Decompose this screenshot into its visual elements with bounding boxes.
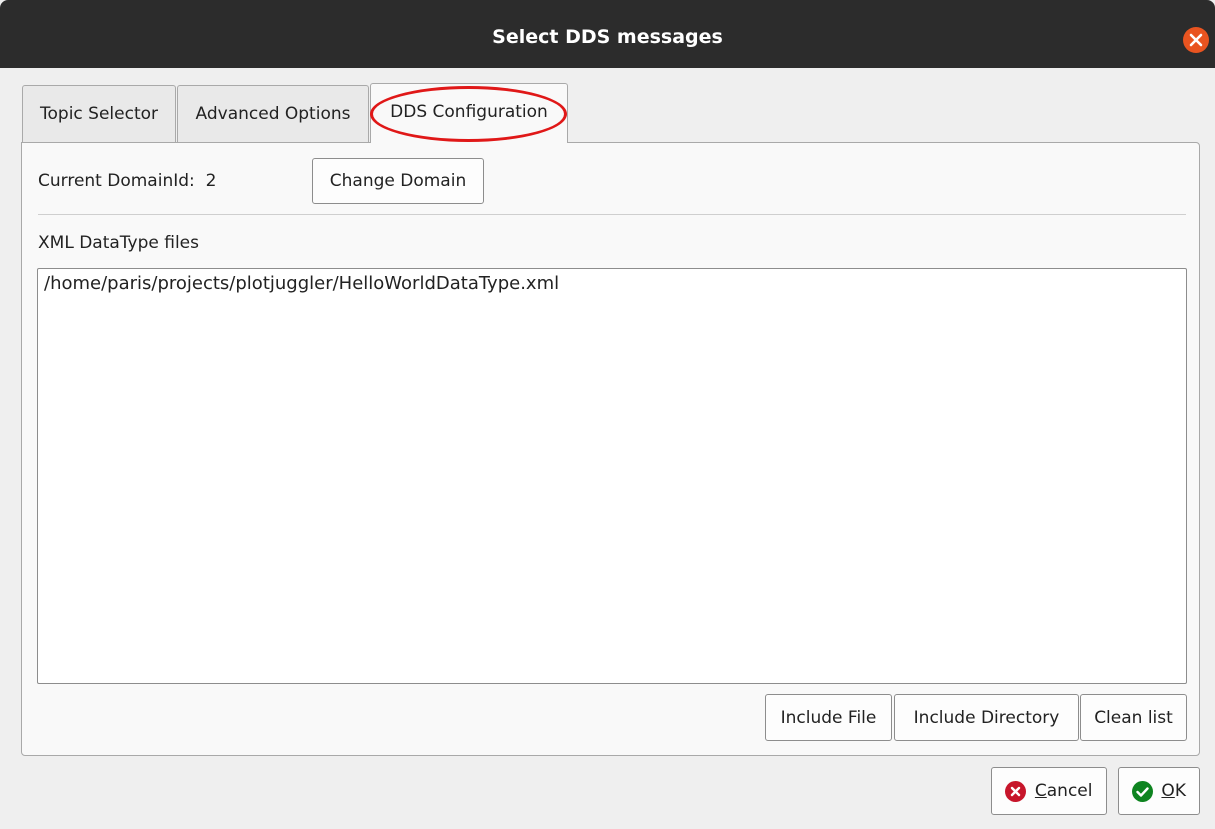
cancel-button[interactable]: Cancel: [991, 767, 1107, 815]
include-file-button[interactable]: Include File: [765, 694, 892, 741]
change-domain-button[interactable]: Change Domain: [312, 158, 484, 204]
close-icon: [1189, 33, 1203, 47]
tab-advanced-options[interactable]: Advanced Options: [177, 85, 369, 143]
tab-label: Advanced Options: [195, 104, 351, 124]
domain-id-label: Current DomainId: 2: [38, 171, 217, 191]
tab-dds-configuration[interactable]: DDS Configuration: [370, 83, 568, 143]
close-button[interactable]: [1183, 27, 1209, 53]
include-directory-button[interactable]: Include Directory: [894, 694, 1079, 741]
title-bar: Select DDS messages: [0, 0, 1215, 68]
ok-icon: [1132, 780, 1154, 802]
xml-file-list[interactable]: /home/paris/projects/plotjuggler/HelloWo…: [37, 268, 1187, 684]
window-title: Select DDS messages: [492, 26, 723, 48]
cancel-icon: [1005, 780, 1027, 802]
tab-label: Topic Selector: [40, 104, 158, 124]
domain-id-value: 2: [205, 171, 217, 191]
xml-files-label: XML DataType files: [38, 233, 199, 253]
tab-topic-selector[interactable]: Topic Selector: [22, 85, 176, 143]
ok-button[interactable]: OK: [1118, 767, 1200, 815]
clean-list-button[interactable]: Clean list: [1080, 694, 1187, 741]
divider: [38, 214, 1186, 215]
list-item[interactable]: /home/paris/projects/plotjuggler/HelloWo…: [44, 273, 559, 294]
tab-label: DDS Configuration: [390, 102, 548, 122]
